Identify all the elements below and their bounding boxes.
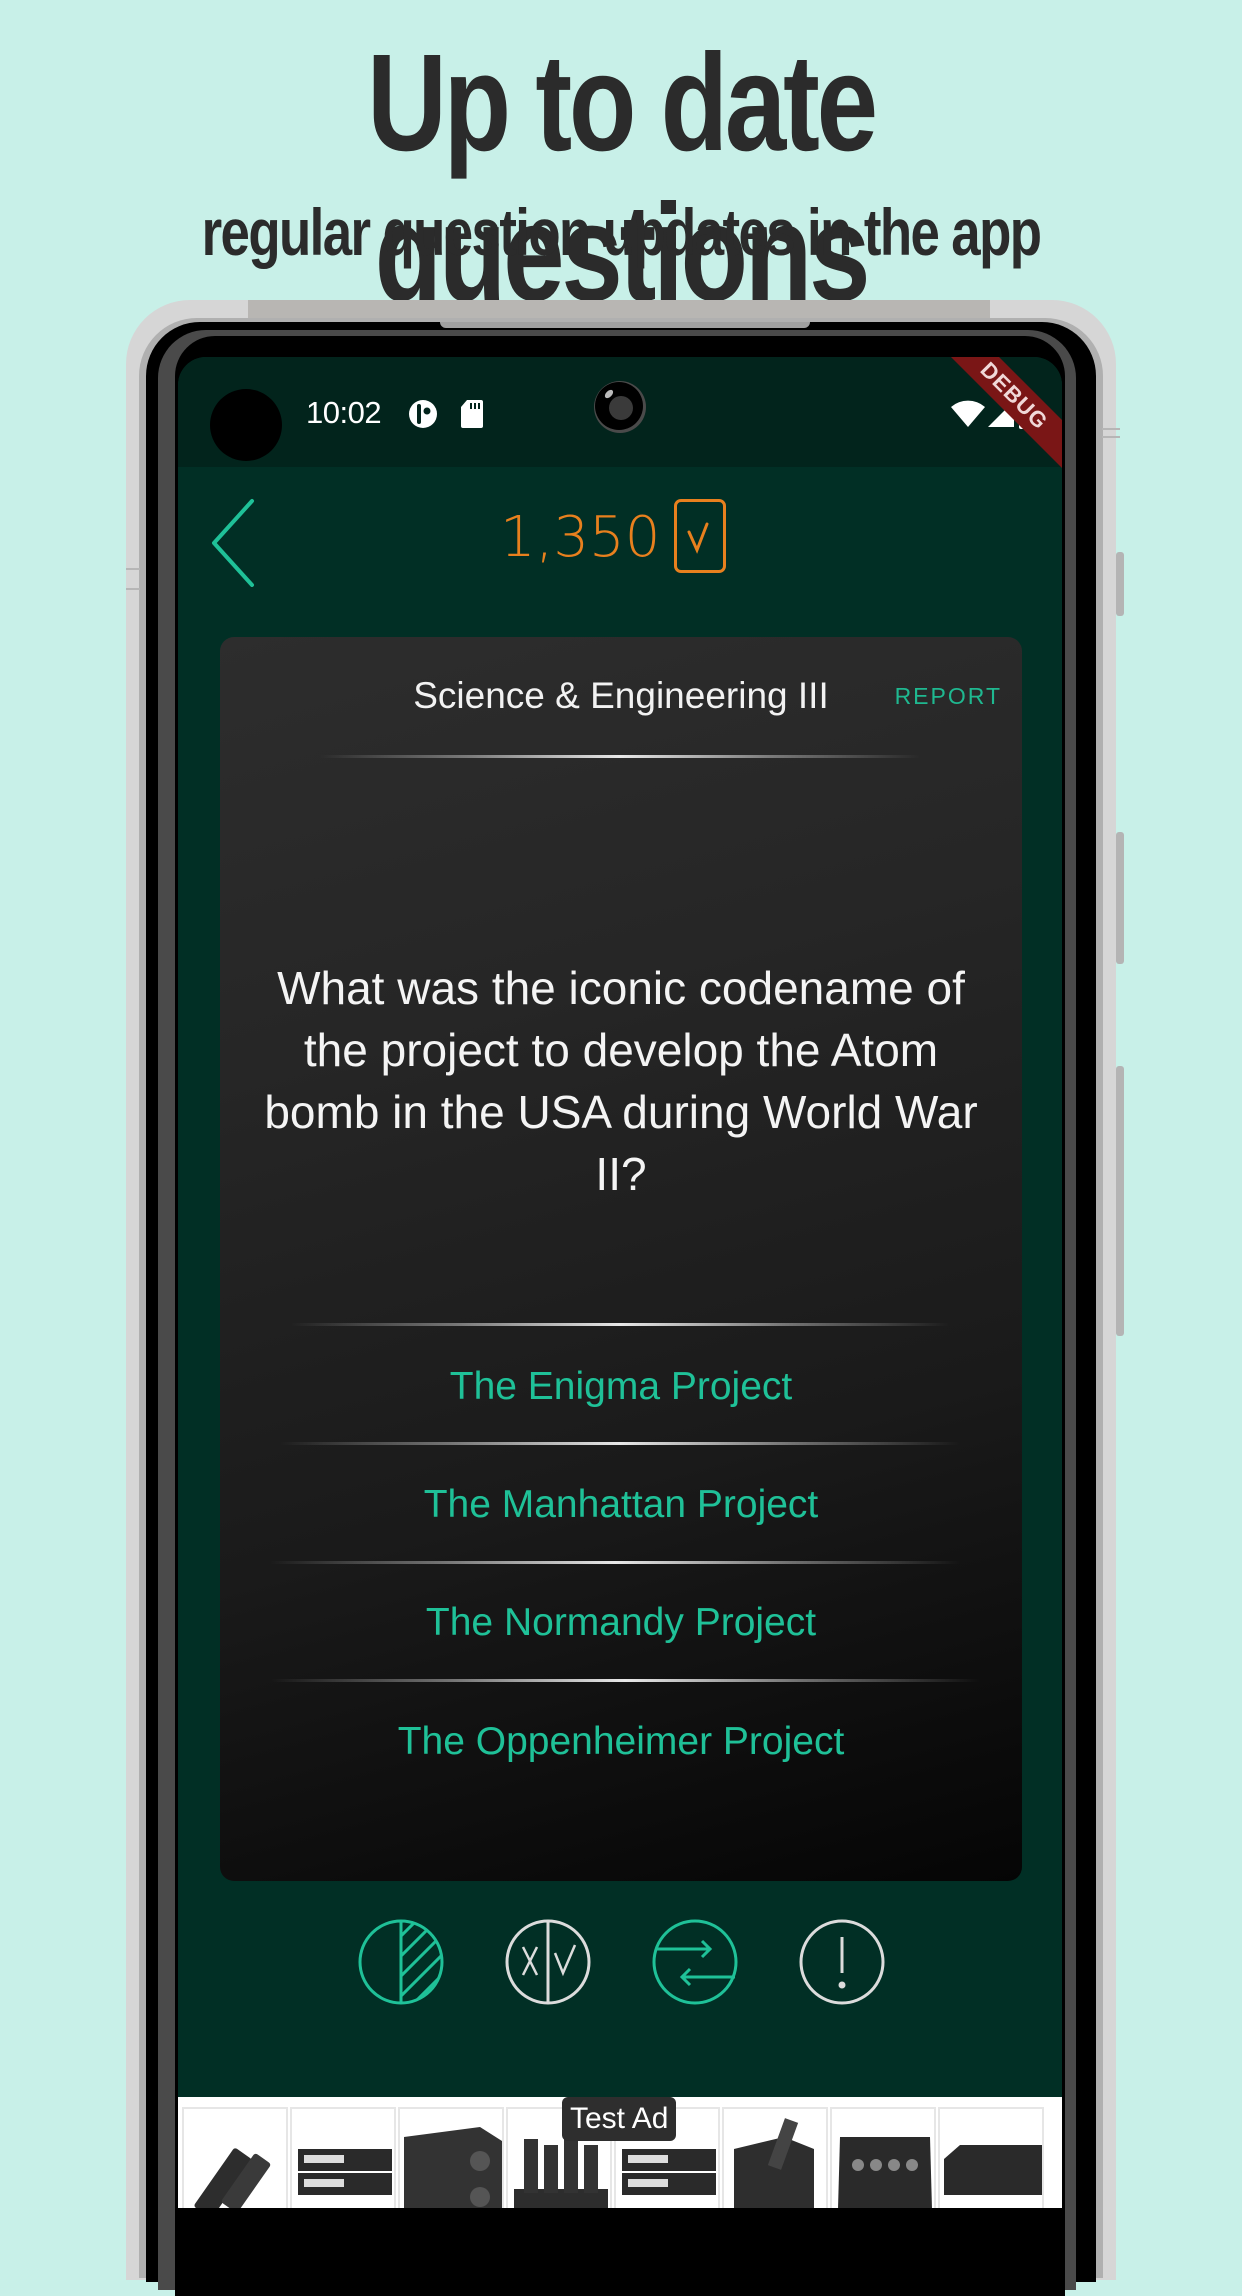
ad-product-image[interactable] [290, 2107, 396, 2208]
chevron-left-icon [212, 499, 254, 587]
phone-frame-seam [1102, 428, 1120, 430]
phone-volume-down-button [1116, 1066, 1124, 1336]
phone-frame-seam [126, 588, 140, 590]
checkmark-box-icon [687, 522, 709, 554]
phone-volume-up-button [1116, 832, 1124, 964]
status-time: 10:02 [306, 395, 382, 430]
status-bar: 10:02 DEBUG [178, 357, 1062, 486]
true-false-button[interactable] [503, 1917, 593, 2007]
hint-button[interactable] [797, 1917, 887, 2007]
ad-banner[interactable]: Test Ad [178, 2097, 1062, 2208]
answer-divider [270, 1561, 960, 1564]
back-button[interactable] [208, 487, 268, 587]
phone-speaker-grille [440, 322, 810, 328]
answer-divider [280, 1442, 960, 1445]
app-bar: 1,350 [178, 467, 1062, 617]
phone-side-button [1116, 552, 1124, 616]
exclamation-circle-icon [799, 1919, 885, 2005]
ad-product-image[interactable] [182, 2107, 288, 2208]
sd-card-icon [460, 399, 484, 434]
answer-option-1[interactable]: The Enigma Project [250, 1329, 992, 1445]
promo-subheadline: regular question updates in the app [201, 195, 1042, 269]
report-button[interactable]: REPORT [895, 683, 1002, 710]
question-text: What was the iconic codename of the proj… [264, 962, 978, 1200]
score-value: 1,350 [500, 505, 661, 570]
answer-option-2[interactable]: The Manhattan Project [250, 1447, 992, 1563]
correct-answers-button[interactable] [674, 499, 726, 573]
half-hatched-circle-icon [358, 1919, 444, 2005]
ad-product-image[interactable] [722, 2107, 828, 2208]
header-divider [320, 755, 920, 758]
ad-product-image[interactable] [830, 2107, 936, 2208]
swap-arrows-icon [652, 1919, 738, 2005]
answer-divider [290, 1323, 950, 1326]
answer-divider [270, 1679, 980, 1682]
x-check-split-icon [505, 1919, 591, 2005]
app-notification-icon [408, 399, 438, 434]
test-ad-label: Test Ad [562, 2097, 677, 2141]
phone-frame-seam [126, 568, 140, 570]
ad-product-image[interactable] [938, 2107, 1044, 2208]
phone-frame-seam [1102, 436, 1120, 438]
ad-product-image[interactable] [398, 2107, 504, 2208]
camera-lens [592, 379, 648, 435]
answer-option-4[interactable]: The Oppenheimer Project [250, 1684, 992, 1800]
swap-question-button[interactable] [650, 1917, 740, 2007]
fifty-fifty-button[interactable] [356, 1917, 446, 2007]
answer-option-3[interactable]: The Normandy Project [250, 1565, 992, 1681]
front-camera-cutout [210, 389, 282, 461]
app-screen: 10:02 DEBUG 1,350 Science & Engineering … [178, 357, 1062, 2208]
question-card: Science & Engineering III REPORT What wa… [220, 637, 1022, 1881]
lifeline-toolbar [178, 1917, 1062, 2017]
wifi-icon [950, 399, 986, 434]
promo-headline: Up to date questions [367, 26, 878, 330]
